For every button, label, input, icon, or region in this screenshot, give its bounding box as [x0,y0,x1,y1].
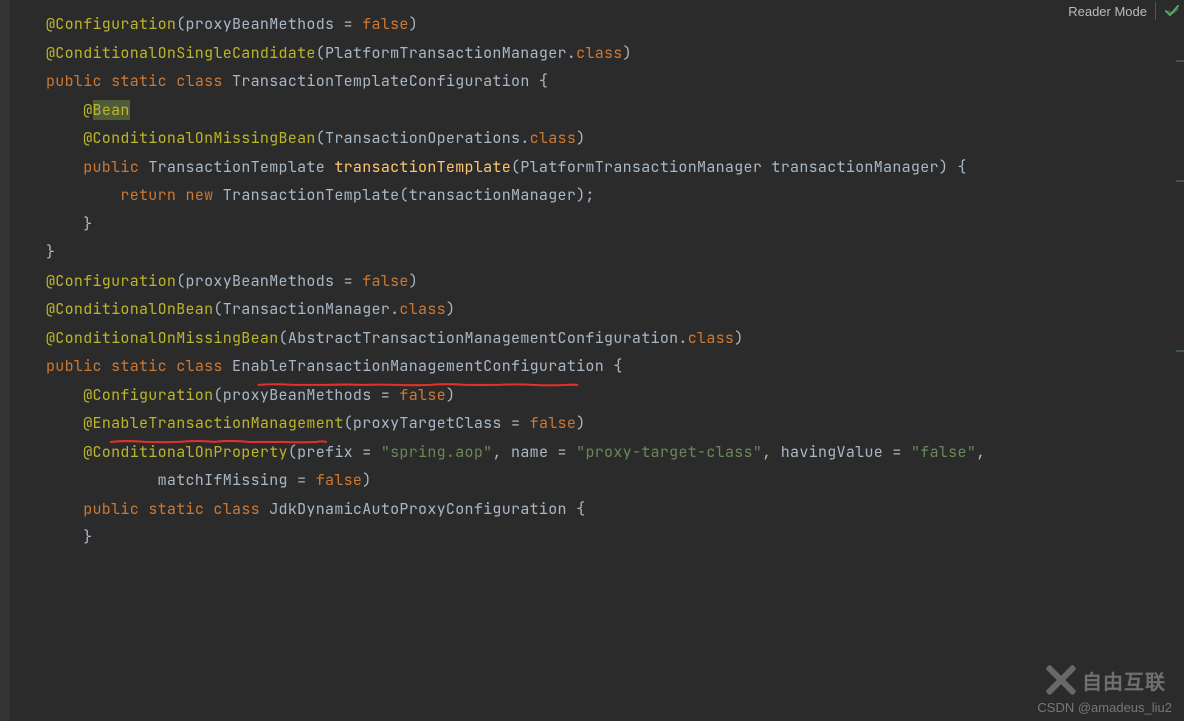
inspections-check-icon[interactable] [1164,3,1180,19]
code-line: @ConditionalOnMissingBean(AbstractTransa… [10,324,1184,353]
toolbar-divider [1155,2,1156,20]
code-area[interactable]: @Configuration(proxyBeanMethods = false)… [10,10,1184,721]
code-line: @ConditionalOnMissingBean(TransactionOpe… [10,124,1184,153]
code-line: public static class TransactionTemplateC… [10,67,1184,96]
change-markers [1176,0,1184,721]
change-marker [1176,60,1184,62]
code-line: @ConditionalOnSingleCandidate(PlatformTr… [10,39,1184,68]
code-line: public TransactionTemplate transactionTe… [10,153,1184,182]
change-marker [1176,180,1184,182]
code-line: @ConditionalOnBean(TransactionManager.cl… [10,295,1184,324]
code-line: return new TransactionTemplate(transacti… [10,181,1184,210]
code-line: @EnableTransactionManagement(proxyTarget… [10,409,1184,438]
code-editor[interactable]: Reader Mode @Configuration(proxyBeanMeth… [0,0,1184,721]
code-line: } [10,210,1184,239]
watermark-logo-text: 自由互联 [1082,666,1166,695]
code-line: public static class JdkDynamicAutoProxyC… [10,495,1184,524]
code-line: @Configuration(proxyBeanMethods = false) [10,381,1184,410]
line-gutter [0,0,10,721]
watermark-csdn: CSDN @amadeus_liu2 [1037,700,1172,715]
code-line: matchIfMissing = false) [10,466,1184,495]
watermark-logo: 自由互联 [1044,663,1166,697]
code-line: @Configuration(proxyBeanMethods = false) [10,267,1184,296]
reader-mode-button[interactable]: Reader Mode [1068,4,1147,19]
code-line: public static class EnableTransactionMan… [10,352,1184,381]
code-line: @ConditionalOnProperty(prefix = "spring.… [10,438,1184,467]
code-line: @Bean [10,96,1184,125]
code-line: } [10,523,1184,552]
editor-toolbar: Reader Mode [1068,2,1180,20]
code-line: @Configuration(proxyBeanMethods = false) [10,10,1184,39]
code-line: } [10,238,1184,267]
watermark-x-icon [1044,663,1078,697]
change-marker [1176,350,1184,352]
